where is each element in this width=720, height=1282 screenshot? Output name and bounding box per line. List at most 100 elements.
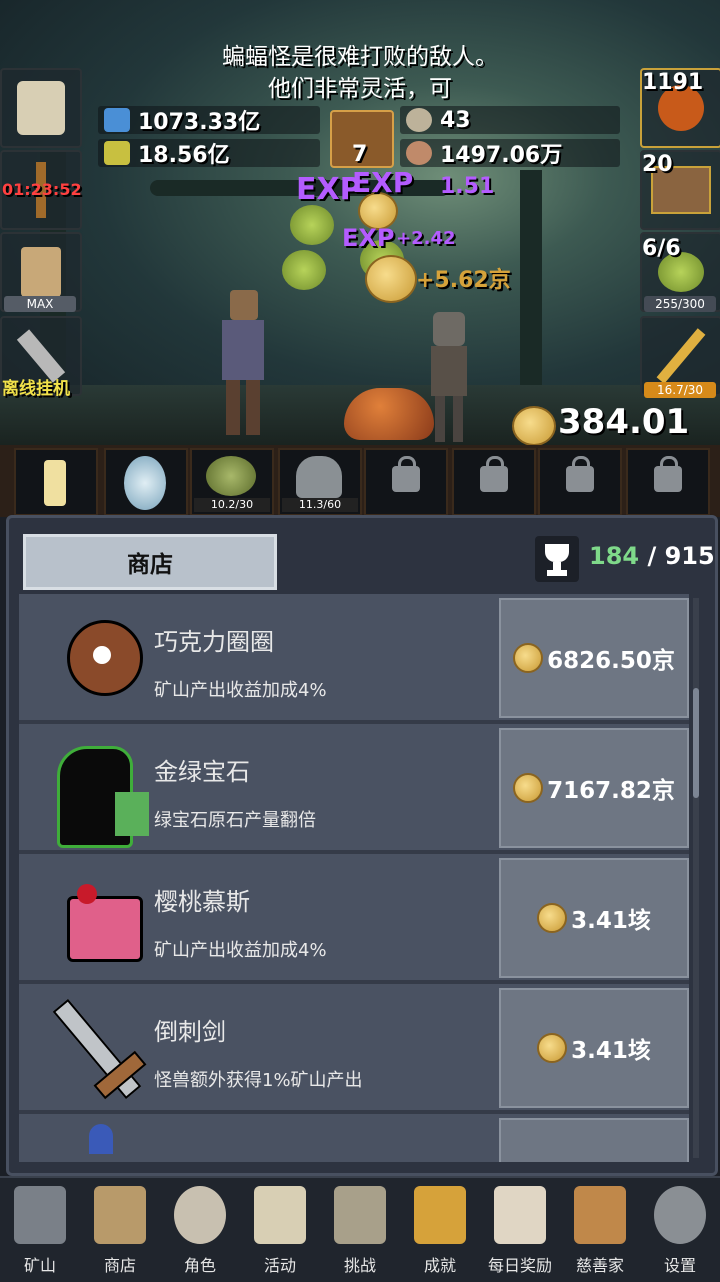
nav-achievements[interactable]: 成就 <box>400 1182 480 1278</box>
sword-progress: 16.7/30 <box>644 382 716 398</box>
nav-label: 角色 <box>183 1256 216 1275</box>
item-price: 3.41垓 <box>571 908 651 934</box>
item-name: 金绿宝石 <box>154 758 250 786</box>
bottom-nav: 矿山 商店 角色 活动 挑战 成就 每日奖励 慈善家 设置 <box>0 1176 720 1282</box>
slot-ghost[interactable]: 11.3/60 <box>278 448 362 516</box>
gold-total: 384.01京 <box>558 402 690 442</box>
shop-item-list[interactable]: 巧克力圈圈 矿山产出收益加成4% 6826.50京 金绿宝石 绿宝石原石产量翻倍… <box>19 594 689 1162</box>
slot-progress: 11.3/60 <box>282 498 358 512</box>
tab-shop[interactable]: 商店 <box>23 534 277 590</box>
lock-icon <box>654 456 682 492</box>
coin-icon <box>513 773 544 803</box>
key-icon <box>414 1186 466 1244</box>
buy-button[interactable]: 6826.50京 <box>499 598 689 718</box>
potion-count: 1191 <box>642 70 704 95</box>
coin-icon <box>537 903 568 933</box>
gain-popup: +5.62京 <box>416 268 511 293</box>
tree-trunk <box>520 170 542 410</box>
nav-challenge[interactable]: 挑战 <box>320 1182 400 1278</box>
beer-max-badge: MAX <box>4 296 76 312</box>
list-item[interactable]: 樱桃慕斯 矿山产出收益加成4% 3.41垓 <box>19 854 689 984</box>
hero-character <box>212 290 272 440</box>
gold-coin-drop[interactable] <box>365 255 417 303</box>
buy-button[interactable]: 7167.82京 <box>499 728 689 848</box>
slot-locked[interactable] <box>538 448 622 516</box>
slot-locked[interactable] <box>452 448 536 516</box>
slot-locked[interactable] <box>364 448 448 516</box>
bread-icon <box>574 1186 626 1244</box>
slot-slime[interactable]: 10.2/30 <box>190 448 274 516</box>
list-item[interactable]: 巧克力圈圈 矿山产出收益加成4% 6826.50京 <box>19 594 689 724</box>
map-icon <box>334 1186 386 1244</box>
trophy-separator: / <box>639 542 665 570</box>
trophy-total: 915 <box>664 542 715 570</box>
nav-philanthropist[interactable]: 慈善家 <box>560 1182 640 1278</box>
scroll-thumb[interactable] <box>693 688 699 798</box>
gold-coin-icon <box>512 406 556 445</box>
resource-small-coin: 43 <box>400 106 620 134</box>
tip-message-line1: 蝙蝠怪是很难打败的敌人。 <box>222 44 498 70</box>
nav-label: 活动 <box>263 1256 296 1275</box>
nav-daily-reward[interactable]: 每日奖励 <box>480 1182 560 1278</box>
buy-button[interactable] <box>499 1118 689 1162</box>
blue-potion-icon <box>104 108 130 132</box>
resource-value: 18.56亿 <box>138 143 230 168</box>
item-description: 绿宝石原石产量翻倍 <box>154 810 316 831</box>
item-description: 矿山产出收益加成4% <box>154 680 327 701</box>
buy-button[interactable]: 3.41垓 <box>499 858 689 978</box>
nav-character[interactable]: 角色 <box>160 1182 240 1278</box>
resource-value: 1497.06万 <box>440 143 563 168</box>
slot-candle[interactable] <box>14 448 98 516</box>
slot-locked[interactable] <box>626 448 710 516</box>
slime-enemy <box>344 388 434 440</box>
trophy-current: 184 <box>589 542 640 570</box>
cake-icon <box>37 866 147 966</box>
gain-popup: 1.51 <box>440 174 495 199</box>
list-item[interactable]: 金绿宝石 绿宝石原石产量翻倍 7167.82京 <box>19 724 689 854</box>
nav-events[interactable]: 活动 <box>240 1182 320 1278</box>
scroll-icon <box>17 81 65 135</box>
nav-label: 商店 <box>103 1256 136 1275</box>
resource-blue-potion: 1073.33亿 <box>98 106 320 135</box>
chest-count: 20 <box>642 152 673 177</box>
resource-yellow-potion: 18.56亿 <box>98 139 320 168</box>
item-price: 7167.82京 <box>547 778 675 804</box>
letter-icon <box>494 1186 546 1244</box>
item-name: 樱桃慕斯 <box>154 888 250 916</box>
green-slime-drop[interactable] <box>290 205 334 245</box>
scroll-button[interactable] <box>0 68 82 148</box>
gem-silhouette-icon <box>37 736 149 848</box>
resource-value: 1073.33亿 <box>138 110 261 135</box>
slot-egg[interactable] <box>104 448 188 516</box>
list-item[interactable]: 倒刺剑 怪兽额外获得1%矿山产出 3.41垓 <box>19 984 689 1114</box>
coin-icon <box>513 643 544 673</box>
buy-button[interactable]: 3.41垓 <box>499 988 689 1108</box>
sword-icon <box>656 328 706 384</box>
list-scrollbar[interactable] <box>693 598 699 1158</box>
scroll-icon <box>254 1186 306 1244</box>
item-price: 3.41垓 <box>571 1038 651 1064</box>
slime-icon <box>206 456 256 496</box>
beer-mug-icon <box>21 247 61 297</box>
list-item[interactable] <box>19 1114 689 1162</box>
slot-progress: 10.2/30 <box>194 498 270 512</box>
slime-count: 6/6 <box>642 236 681 261</box>
hat-icon <box>89 1124 113 1154</box>
battle-scene[interactable]: EXP EXP EXP 1.51 +2.42 +5.62京 蝙蝠怪是很难打败的敌… <box>0 0 720 445</box>
nav-shop[interactable]: 商店 <box>80 1182 160 1278</box>
lock-icon <box>566 456 594 492</box>
item-price: 6826.50京 <box>547 648 675 674</box>
resource-meat: 1497.06万 <box>400 139 620 168</box>
exp-popup: EXP <box>352 166 414 199</box>
summon-slot-bar: 10.2/30 11.3/60 <box>0 445 720 517</box>
green-slime-drop[interactable] <box>282 250 326 290</box>
gain-popup: +2.42 <box>396 228 456 249</box>
nav-settings[interactable]: 设置 <box>640 1182 720 1278</box>
torch-timer: 01:23:52 <box>2 180 82 199</box>
nav-mine[interactable]: 矿山 <box>0 1182 80 1278</box>
meat-icon <box>406 141 432 165</box>
nav-label: 每日奖励 <box>487 1256 552 1275</box>
coin-icon <box>537 1033 568 1063</box>
ghost-icon <box>296 456 342 498</box>
item-name: 巧克力圈圈 <box>154 628 274 656</box>
